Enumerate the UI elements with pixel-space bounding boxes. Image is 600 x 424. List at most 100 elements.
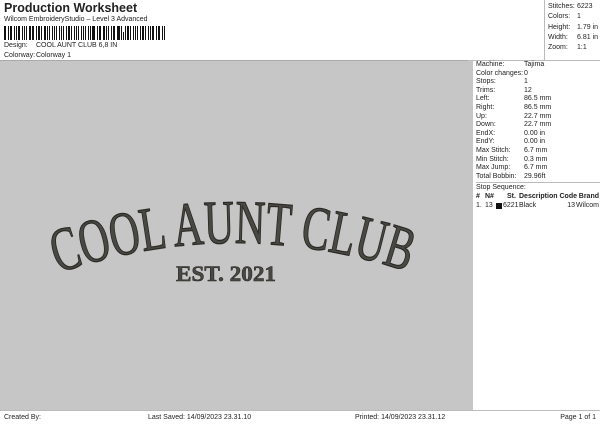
machine-label: EndY: [476,138,495,146]
barcode-bar [107,26,109,40]
barcode-bar [51,26,53,40]
machine-row: Left: 86.5 mm [476,95,600,104]
barcode-bar [28,26,31,40]
machine-row: EndX: 0.00 in [476,130,600,139]
machine-label: Left: [476,95,490,103]
machine-row: Max Jump: 6.7 mm [476,164,600,173]
machine-label: Machine: [476,61,505,68]
colorway-label: Colorway: [4,52,36,59]
stat-row: Colors: 1 [548,12,600,22]
machine-label: Stops: [476,78,496,86]
barcode-bar [140,26,142,40]
machine-value: 86.5 mm [524,95,552,103]
barcode-bar [157,26,159,40]
machine-row: Color changes: 0 [476,70,600,79]
row-brand: Wilcom [576,202,599,210]
barcode-bar [53,26,56,40]
embroidery-design: COOL AUNT CLUB EST. 2021 [41,188,424,287]
machine-row: EndY: 0.00 in [476,138,600,147]
machine-row: Max Stitch: 6.7 mm [476,147,600,156]
stop-sequence-row: 1. 13 6221 Black 13 Wilcom [476,202,600,211]
machine-label: Min Stitch: [476,155,509,163]
machine-value: 0 [524,69,528,77]
barcode-bar [125,26,127,40]
colorway-value: Colorway 1 [36,52,72,59]
barcode-bar [24,26,25,40]
machine-info-panel: Machine: Tajima Color changes: 0 Stops: 1 Trim… [468,60,600,410]
barcode-bar [84,26,86,40]
machine-value: Tajima [524,61,545,68]
stat-row: Width: 6.81 in [548,33,600,43]
stat-label: Zoom: [548,44,568,52]
barcode-bar [112,26,114,40]
design-text-line2: EST. 2021 [176,261,276,286]
barcode-bar [92,26,95,40]
barcode-bar [11,26,13,40]
machine-label: EndX: [476,129,496,137]
machine-label: Trims: [476,86,496,94]
col-needle: N# [485,193,494,201]
barcode-bar [38,26,40,40]
barcode-bar [4,26,6,40]
barcode [4,26,166,40]
stat-value: 1 [577,13,581,21]
barcode-bar [70,26,72,40]
stat-value: 6223 [577,3,593,10]
stat-label: Height: [548,23,571,31]
printed-date: Printed: 14/09/2023 23.31.12 [355,414,446,421]
barcode-bar [40,26,42,40]
barcode-bar [17,26,21,40]
barcode-bar [90,26,92,40]
color-swatch [496,203,502,210]
machine-value: 86.5 mm [524,103,552,111]
barcode-bar [127,26,129,40]
machine-label: Up: [476,112,487,120]
machine-value: 12 [524,86,532,94]
row-num: 1. [476,202,482,210]
col-code: Code [559,193,578,201]
machine-value: 6.7 mm [524,146,548,154]
machine-row: Down: 22.7 mm [476,121,600,130]
colorway-info: Colorway: Colorway 1 [4,52,71,59]
row-description: Black [519,202,537,210]
machine-value: 0.3 mm [524,155,548,163]
barcode-bar [22,26,24,40]
barcode-bar [132,26,134,40]
barcode-bar [73,26,75,40]
machine-value: 0.00 in [524,129,546,137]
barcode-bar [152,26,154,40]
barcode-bar [145,26,147,40]
barcode-bar [67,26,70,40]
machine-value: 22.7 mm [524,112,552,120]
barcode-bar [110,26,112,40]
stop-sequence-header: # N# St. Description Code Brand [476,193,600,202]
barcode-bar [150,26,152,40]
machine-row: Right: 86.5 mm [476,104,600,113]
machine-value: 1 [524,78,528,86]
barcode-bar [62,26,64,40]
stop-sequence: Stop Sequence: # N# St. Description Code… [476,182,600,211]
stat-label: Stitches: [548,3,575,10]
design-label: Design: [4,42,28,49]
machine-label: Max Jump: [476,164,511,172]
software-name: Wilcom EmbroideryStudio – Level 3 Advanc… [4,16,148,23]
barcode-bar [87,26,90,40]
barcode-bar [16,26,17,40]
barcode-bar [33,26,35,40]
stat-row: Stitches: 6223 [548,2,600,12]
barcode-bar [120,26,122,40]
machine-row: Up: 22.7 mm [476,113,600,122]
barcode-bar [155,26,157,40]
barcode-bar [81,26,83,40]
machine-value: 6.7 mm [524,164,548,172]
machine-label: Color changes: [476,69,524,77]
col-num: # [476,193,480,201]
barcode-bar [43,26,46,40]
barcode-bar [14,26,15,40]
col-description: Description [519,193,558,201]
barcode-bar [65,26,67,40]
machine-row: Min Stitch: 0.3 mm [476,156,600,165]
stop-sequence-title: Stop Sequence: [476,184,526,192]
row-code: 13 [567,202,575,210]
barcode-bar [122,31,124,40]
